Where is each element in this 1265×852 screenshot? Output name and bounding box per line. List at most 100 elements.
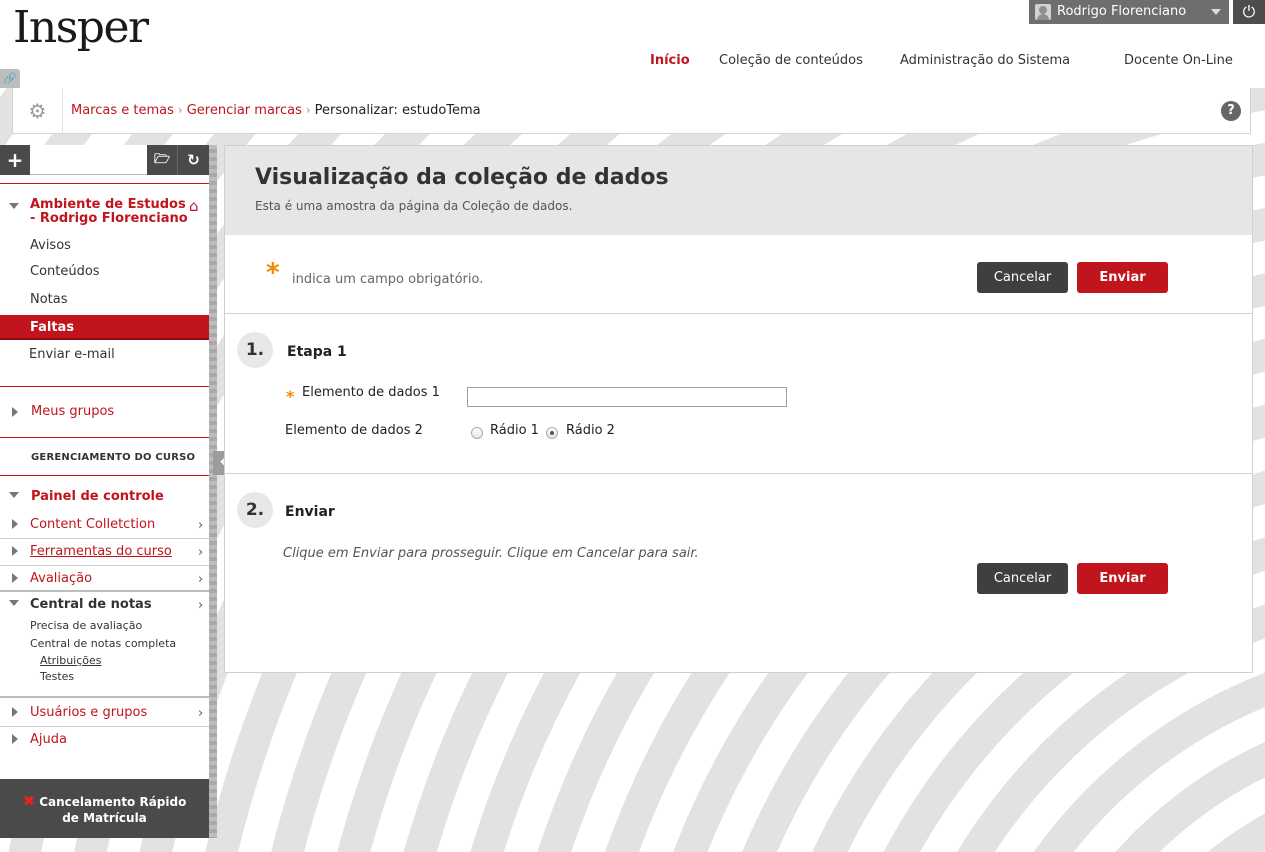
sidebar-item-notas[interactable]: Notas xyxy=(30,292,68,307)
row-divider xyxy=(0,565,209,566)
folder-icon: 🗁 xyxy=(153,152,171,167)
sidebar-item-faltas[interactable]: Faltas xyxy=(0,315,209,340)
step-title-2: Enviar xyxy=(285,504,335,520)
folder-view-button[interactable]: 🗁 xyxy=(147,145,178,175)
row-divider xyxy=(0,590,209,592)
close-icon: ✖ xyxy=(22,792,36,810)
cp-item-ajuda[interactable]: Ajuda xyxy=(30,732,67,747)
breadcrumb-separator: › xyxy=(305,103,311,117)
expand-triangle-icon[interactable] xyxy=(12,519,18,529)
section-heading-course-management: GERENCIAMENTO DO CURSO xyxy=(31,452,196,463)
refresh-icon: ↻ xyxy=(187,151,200,169)
sidebar-item-avisos[interactable]: Avisos xyxy=(30,238,71,253)
sidebar-item-conteudos[interactable]: Conteúdos xyxy=(30,264,100,279)
cancel-button-bottom[interactable]: Cancelar xyxy=(977,563,1068,594)
user-menu[interactable]: Rodrigo Florenciano xyxy=(1029,0,1229,24)
expand-triangle-icon[interactable] xyxy=(12,707,18,717)
row-divider xyxy=(0,538,209,539)
breadcrumb-separator: › xyxy=(177,103,183,117)
gear-icon[interactable]: ⚙ xyxy=(13,88,63,134)
radio-2-label[interactable]: Rádio 2 xyxy=(566,423,615,438)
cancel-button-top[interactable]: Cancelar xyxy=(977,262,1068,293)
breadcrumb-bar: ⚙ Marcas e temas › Gerenciar marcas › Person… xyxy=(12,88,1251,134)
breadcrumb-marcas-temas[interactable]: Marcas e temas xyxy=(71,103,174,118)
cp-subitem-precisa-avaliacao[interactable]: Precisa de avaliação xyxy=(30,619,142,632)
tab-inicio[interactable]: Início xyxy=(650,53,690,68)
collapse-triangle-icon[interactable] xyxy=(9,600,19,606)
logout-button[interactable]: ⏻ xyxy=(1233,0,1265,24)
submit-button-bottom[interactable]: Enviar xyxy=(1077,563,1168,594)
field-label-data-element-1: Elemento de dados 1 xyxy=(302,385,440,400)
tab-administracao-sistema[interactable]: Administração do Sistema xyxy=(900,53,1070,68)
step-number-2: 2. xyxy=(237,492,273,528)
page-header: Visualização da coleção de dados Esta é … xyxy=(225,146,1252,235)
row-divider xyxy=(0,696,209,698)
chevron-right-icon: › xyxy=(198,572,204,587)
cp-subitem-testes[interactable]: Testes xyxy=(40,670,74,683)
breadcrumb: Marcas e temas › Gerenciar marcas › Personal… xyxy=(71,103,481,118)
chevron-down-icon xyxy=(1211,9,1221,15)
page-subtitle: Esta é uma amostra da página da Coleção … xyxy=(255,199,573,213)
step-title-1: Etapa 1 xyxy=(287,344,347,360)
refresh-button[interactable]: ↻ xyxy=(178,145,209,175)
header: Insper Rodrigo Florenciano ⏻ Início Cole… xyxy=(0,0,1265,88)
data-element-1-input[interactable] xyxy=(467,387,787,407)
divider xyxy=(225,313,1252,314)
divider xyxy=(0,475,209,476)
breadcrumb-current: Personalizar: estudoTema xyxy=(314,103,481,118)
quick-unenroll-line2: de Matrícula xyxy=(62,811,147,825)
user-name: Rodrigo Florenciano xyxy=(1057,4,1187,19)
chevron-right-icon: › xyxy=(198,706,204,721)
sidebar-item-meus-grupos[interactable]: Meus grupos xyxy=(31,404,114,419)
link-icon[interactable]: 🔗 xyxy=(0,69,20,88)
cp-item-usuarios-grupos[interactable]: Usuários e grupos xyxy=(30,705,147,720)
tab-docente-online[interactable]: Docente On-Line xyxy=(1124,53,1233,68)
collapse-triangle-icon[interactable] xyxy=(9,492,19,498)
collapse-triangle-icon[interactable] xyxy=(9,203,19,209)
course-menu-resize-edge[interactable] xyxy=(209,145,217,838)
course-title[interactable]: Ambiente de Estudos - Rodrigo Florencian… xyxy=(30,198,190,226)
required-note-text: indica um campo obrigatório. xyxy=(292,272,484,287)
insper-logo[interactable]: Insper xyxy=(13,2,149,53)
radio-1[interactable] xyxy=(471,427,483,439)
power-icon: ⏻ xyxy=(1242,2,1256,21)
home-icon: ⌂ xyxy=(189,197,199,215)
cp-item-central-notas[interactable]: Central de notas xyxy=(30,597,152,612)
control-panel-title[interactable]: Painel de controle xyxy=(31,489,164,504)
field-label-data-element-2: Elemento de dados 2 xyxy=(285,423,423,438)
tab-colecao-conteudos[interactable]: Coleção de conteúdos xyxy=(719,53,863,68)
expand-triangle-icon[interactable] xyxy=(12,573,18,583)
expand-triangle-icon[interactable] xyxy=(12,546,18,556)
sidebar-item-faltas-label: Faltas xyxy=(30,320,75,335)
user-avatar-icon xyxy=(1035,4,1051,20)
divider xyxy=(225,473,1252,474)
required-star-icon: * xyxy=(266,258,280,288)
chevron-right-icon: › xyxy=(198,518,204,533)
add-menu-item-button[interactable]: + xyxy=(0,145,30,175)
quick-unenroll-line1: Cancelamento Rápido xyxy=(39,795,187,809)
expand-triangle-icon[interactable] xyxy=(12,407,18,417)
cp-item-ferramentas-curso[interactable]: Ferramentas do curso xyxy=(30,544,172,559)
sidebar-item-enviar-email[interactable]: Enviar e-mail xyxy=(29,347,115,362)
cp-subitem-central-completa[interactable]: Central de notas completa xyxy=(30,637,176,650)
cp-item-avaliacao[interactable]: Avaliação xyxy=(30,571,92,586)
required-star-icon: * xyxy=(286,387,295,406)
expand-triangle-icon[interactable] xyxy=(12,734,18,744)
chevron-right-icon: › xyxy=(198,545,204,560)
top-nav: Início Coleção de conteúdos Administraçã… xyxy=(0,53,1265,73)
divider xyxy=(0,183,209,184)
quick-unenroll-button[interactable]: ✖ Cancelamento Rápido de Matrícula xyxy=(0,779,209,838)
radio-1-label[interactable]: Rádio 1 xyxy=(490,423,539,438)
radio-2[interactable] xyxy=(546,427,558,439)
submit-instructions: Clique em Enviar para prosseguir. Clique… xyxy=(283,546,699,561)
breadcrumb-gerenciar-marcas[interactable]: Gerenciar marcas xyxy=(187,103,302,118)
cp-item-content-collection[interactable]: Content Colletction xyxy=(30,517,155,532)
chevron-right-icon: › xyxy=(198,598,204,613)
course-menu: + 🗁 ↻ Ambiente de Estudos - Rodrigo Flor… xyxy=(0,145,209,838)
help-icon[interactable]: ? xyxy=(1221,101,1241,121)
divider xyxy=(0,386,209,387)
submit-button-top[interactable]: Enviar xyxy=(1077,262,1168,293)
cp-subitem-atribuicoes[interactable]: Atribuições xyxy=(40,654,102,667)
course-menu-toolbar: + 🗁 ↻ xyxy=(0,145,209,175)
step-number-1: 1. xyxy=(237,332,273,368)
